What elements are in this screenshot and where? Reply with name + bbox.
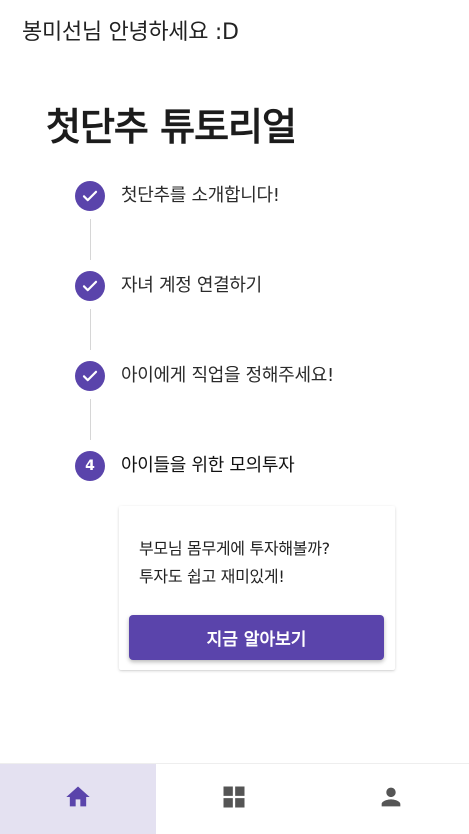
- nav-home[interactable]: [0, 764, 157, 834]
- home-icon: [64, 783, 92, 815]
- page-title: 첫단추 튜토리얼: [46, 105, 297, 149]
- bottom-nav: [0, 763, 469, 834]
- nav-profile[interactable]: [313, 764, 469, 834]
- nav-dashboard[interactable]: [156, 764, 312, 834]
- check-icon: [75, 271, 105, 301]
- card-text-line1: 부모님 몸무게에 투자해볼까?: [139, 539, 330, 558]
- learn-now-button[interactable]: 지금 알아보기: [129, 615, 384, 660]
- step-content-card: 부모님 몸무게에 투자해볼까? 투자도 쉽고 재미있게! 지금 알아보기: [119, 506, 395, 670]
- step-connector: [90, 399, 91, 440]
- step-label-active[interactable]: 아이들을 위한 모의투자: [121, 451, 295, 481]
- greeting-text: 봉미선님 안녕하세요 :D: [22, 20, 239, 45]
- step-connector: [90, 219, 91, 260]
- card-text-line2: 투자도 쉽고 재미있게!: [139, 567, 285, 586]
- step-label[interactable]: 자녀 계정 연결하기: [121, 271, 262, 301]
- step-connector: [90, 309, 91, 350]
- check-icon: [75, 181, 105, 211]
- step-label[interactable]: 첫단추를 소개합니다!: [121, 181, 280, 211]
- check-icon: [75, 361, 105, 391]
- step-number-badge: 4: [75, 451, 105, 481]
- step-label[interactable]: 아이에게 직업을 정해주세요!: [121, 361, 334, 391]
- dashboard-icon: [220, 783, 248, 815]
- person-icon: [377, 783, 405, 815]
